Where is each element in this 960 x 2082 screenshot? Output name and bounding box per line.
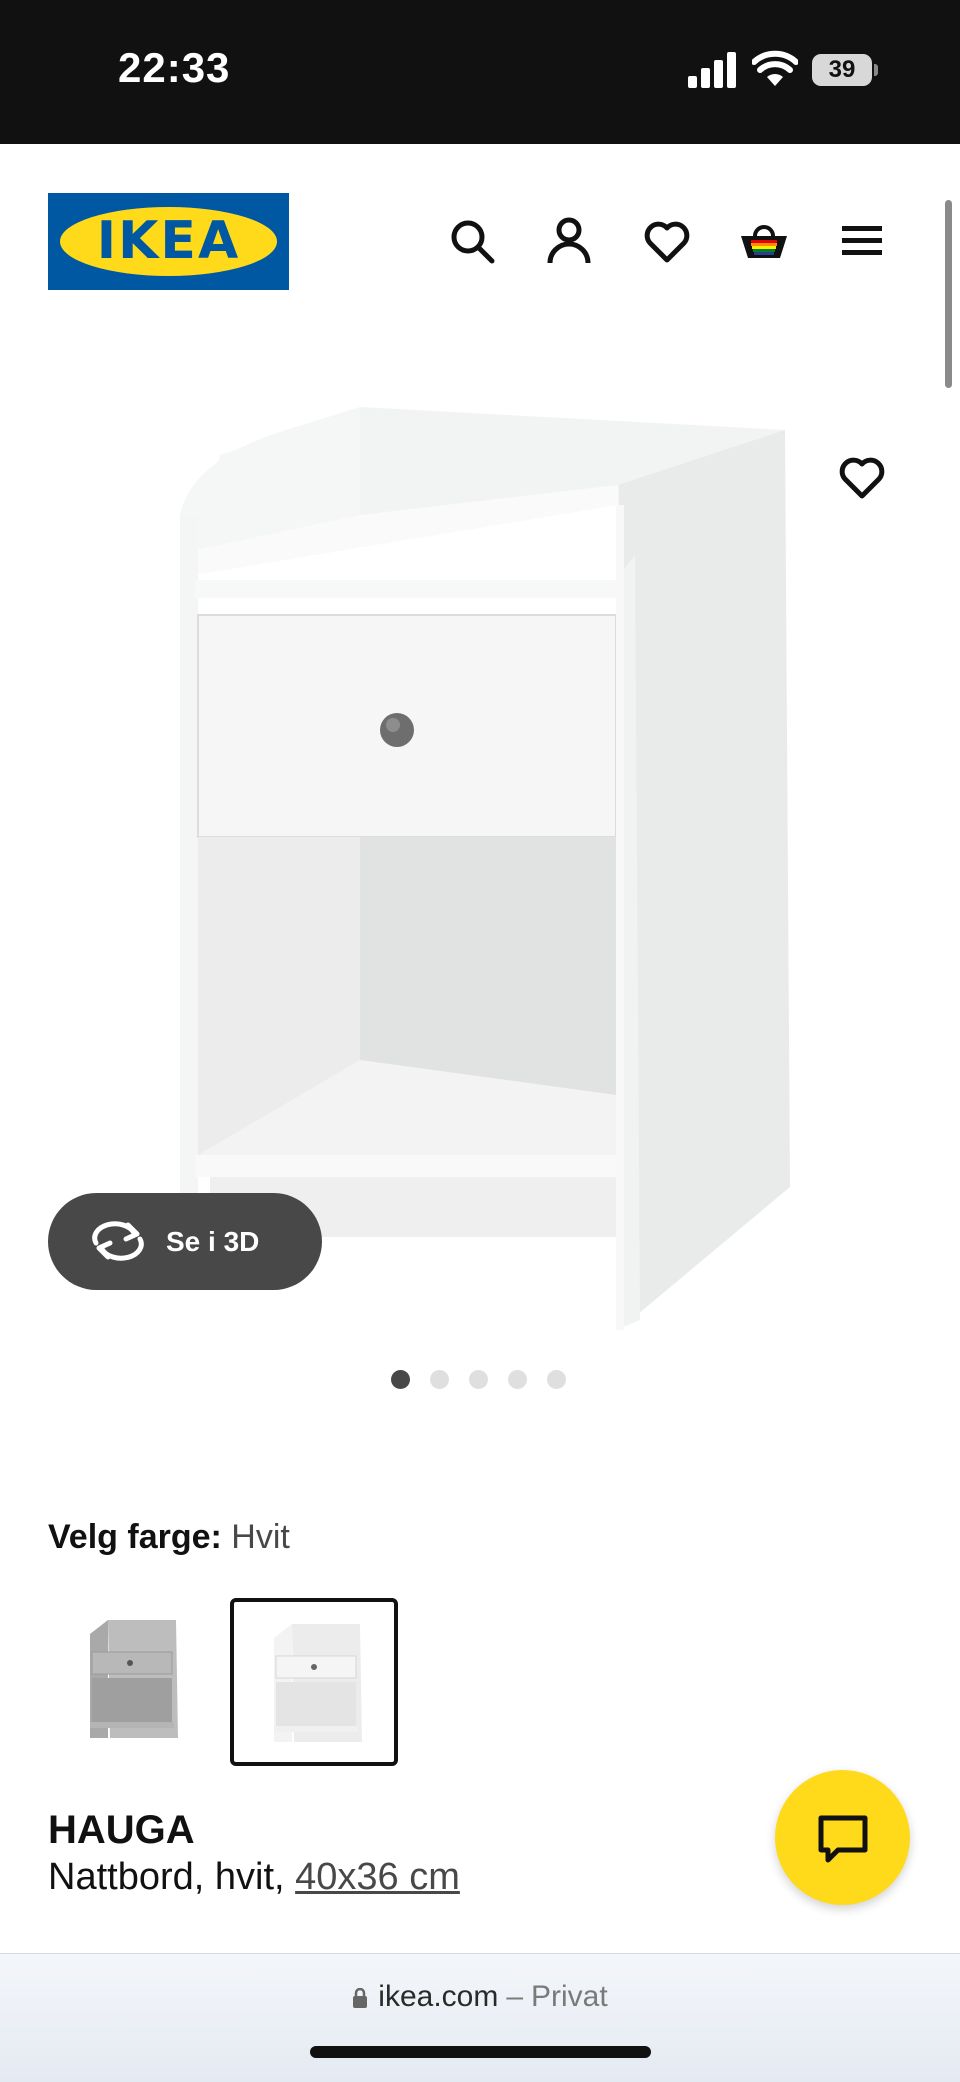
product-image[interactable] <box>150 395 800 1330</box>
cart-icon[interactable] <box>739 216 789 266</box>
product-type: Nattbord, hvit, <box>48 1856 285 1898</box>
color-select-label: Velg farge: Hvit <box>48 1518 290 1557</box>
gallery-dot[interactable] <box>508 1370 527 1389</box>
battery-level: 39 <box>812 54 872 86</box>
url-domain: ikea.com <box>378 1980 499 2013</box>
gallery-dot[interactable] <box>430 1370 449 1389</box>
product-description: Nattbord, hvit, 40x36 cm <box>48 1856 460 1899</box>
favourites-icon[interactable] <box>642 216 692 266</box>
url-separator: – <box>506 1980 524 2013</box>
color-swatch-white[interactable] <box>230 1598 398 1766</box>
search-icon[interactable] <box>447 216 497 266</box>
add-to-favourites-icon[interactable] <box>837 452 887 502</box>
menu-icon[interactable] <box>837 216 887 266</box>
color-swatch-gray[interactable] <box>50 1598 218 1766</box>
gallery-dot[interactable] <box>391 1370 410 1389</box>
home-indicator[interactable] <box>310 2046 651 2058</box>
rotate-3d-icon <box>90 1221 146 1261</box>
private-mode-label: Privat <box>531 1980 608 2013</box>
chat-icon <box>818 1815 868 1863</box>
status-time: 22:33 <box>118 44 231 91</box>
signal-icon <box>688 52 738 88</box>
battery-tip <box>874 64 878 76</box>
wifi-icon <box>751 50 799 88</box>
battery-icon: 39 <box>812 54 878 86</box>
lock-icon <box>352 1988 368 2008</box>
view-3d-button[interactable]: Se i 3D <box>48 1193 322 1290</box>
chat-button[interactable] <box>775 1770 910 1905</box>
view-3d-label: Se i 3D <box>166 1226 260 1257</box>
product-size-link[interactable]: 40x36 cm <box>295 1856 460 1898</box>
gallery-dot[interactable] <box>469 1370 488 1389</box>
product-name: HAUGA <box>48 1808 195 1852</box>
browser-address-bar[interactable]: ikea.com – Privat <box>0 1953 960 2082</box>
logo-text: IKEA <box>96 211 241 271</box>
gallery-dot[interactable] <box>547 1370 566 1389</box>
url-display[interactable]: ikea.com – Privat <box>0 1980 960 2014</box>
color-label-value: Hvit <box>231 1518 290 1556</box>
color-label-key: Velg farge: <box>48 1518 222 1556</box>
ikea-logo[interactable]: IKEA <box>48 193 289 290</box>
scrollbar-thumb[interactable] <box>945 200 952 388</box>
account-icon[interactable] <box>544 216 594 266</box>
status-bar: 22:33 39 <box>0 0 960 144</box>
